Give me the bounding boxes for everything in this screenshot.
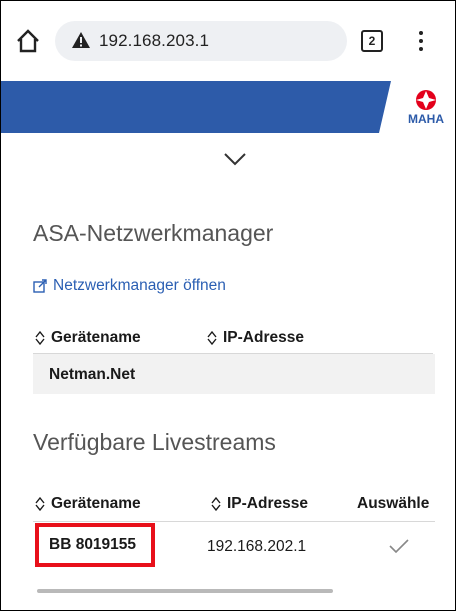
column-header-device-name[interactable]: Gerätename <box>35 329 141 347</box>
warning-icon[interactable] <box>71 31 91 49</box>
url-text[interactable]: 192.168.203.1 <box>99 31 209 51</box>
highlight-annotation <box>35 523 155 567</box>
address-bar[interactable]: 192.168.203.1 <box>55 21 347 61</box>
column-header-label: Gerätename <box>51 495 141 512</box>
screen: 192.168.203.1 2 MAHA ASA-Netzwerkmanager <box>0 0 456 611</box>
svg-text:MAHA: MAHA <box>408 112 444 126</box>
device-name-cell: Netman.Net <box>49 366 136 383</box>
sort-icon <box>207 330 217 346</box>
horizontal-scrollbar[interactable] <box>37 589 333 593</box>
open-network-manager-label[interactable]: Netzwerkmanager öffnen <box>53 277 226 295</box>
column-header-device-name[interactable]: Gerätename <box>35 495 141 513</box>
sort-icon <box>211 496 221 512</box>
column-header-label: IP-Adresse <box>227 495 308 512</box>
home-icon[interactable] <box>15 28 41 54</box>
browser-toolbar: 192.168.203.1 2 <box>1 1 455 81</box>
open-network-manager-link[interactable]: Netzwerkmanager öffnen <box>33 277 226 295</box>
column-header-label: Gerätename <box>51 329 141 346</box>
more-vert-icon[interactable] <box>415 29 427 53</box>
column-header-label: Auswähle <box>357 495 430 512</box>
column-header-label: IP-Adresse <box>223 329 304 346</box>
maha-logo[interactable]: MAHA <box>403 87 449 127</box>
column-header-ip-address[interactable]: IP-Adresse <box>207 329 304 347</box>
site-header: MAHA <box>1 81 455 133</box>
sort-icon <box>35 496 45 512</box>
section-title-network-manager: ASA-Netzwerkmanager <box>33 220 274 246</box>
tab-count: 2 <box>368 34 376 48</box>
sort-icon <box>35 330 45 346</box>
section-title-livestreams: Verfügbare Livestreams <box>33 429 276 455</box>
column-header-ip-address[interactable]: IP-Adresse <box>211 495 308 513</box>
external-link-icon <box>33 279 47 293</box>
ip-address-cell: 192.168.202.1 <box>207 538 307 555</box>
tab-switcher-icon[interactable]: 2 <box>361 30 383 52</box>
chevron-down-icon[interactable] <box>223 151 247 167</box>
column-header-select[interactable]: Auswähle <box>357 495 429 513</box>
checkmark-icon[interactable] <box>389 539 409 554</box>
